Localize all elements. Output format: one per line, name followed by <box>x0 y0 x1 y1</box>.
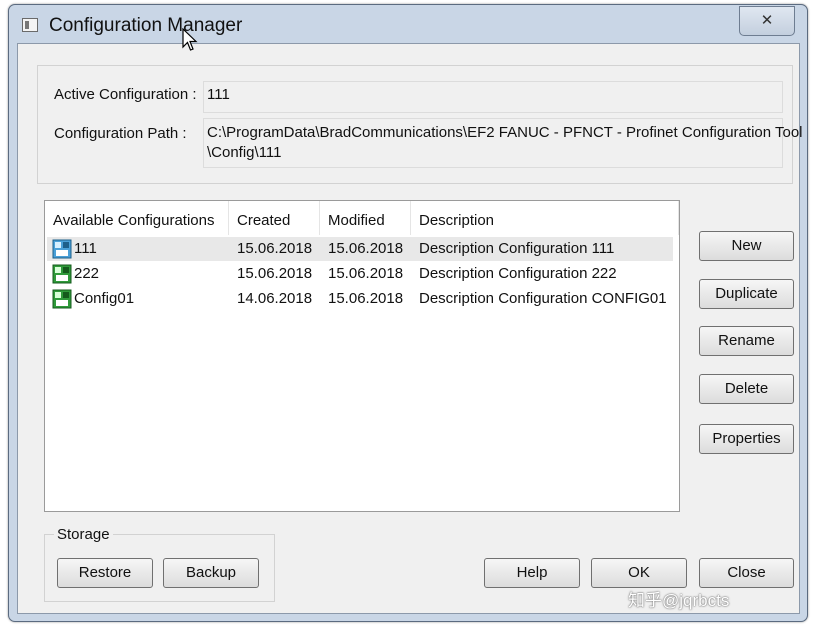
duplicate-button[interactable]: Duplicate <box>699 279 794 309</box>
column-header-modified[interactable]: Modified <box>320 201 411 235</box>
row-modified: 15.06.2018 <box>328 265 404 282</box>
help-button[interactable]: Help <box>484 558 580 588</box>
window-close-button[interactable]: ✕ <box>739 6 795 36</box>
storage-label: Storage <box>54 526 113 543</box>
row-description: Description Configuration 222 <box>419 265 617 282</box>
list-row-111[interactable]: 111 15.06.2018 15.06.2018 Description Co… <box>47 237 673 261</box>
column-header-description[interactable]: Description <box>411 201 679 235</box>
title-bar[interactable]: Configuration Manager ✕ <box>9 5 807 43</box>
new-button[interactable]: New <box>699 231 794 261</box>
list-row-config01[interactable]: Config01 14.06.2018 15.06.2018 Descripti… <box>47 287 673 311</box>
rename-button[interactable]: Rename <box>699 326 794 356</box>
window-title: Configuration Manager <box>49 15 243 36</box>
column-header-created[interactable]: Created <box>229 201 320 235</box>
backup-button[interactable]: Backup <box>163 558 259 588</box>
row-name: Config01 <box>74 290 135 307</box>
configurations-list[interactable]: Available Configurations Created Modifie… <box>44 200 680 512</box>
watermark-text: 知乎@jqrbcts <box>628 591 730 610</box>
row-modified: 15.06.2018 <box>328 290 404 307</box>
config-icon <box>52 264 72 284</box>
configuration-info-group: Active Configuration : 111 Configuration… <box>37 65 803 184</box>
active-configuration-label: Active Configuration : <box>54 86 197 103</box>
row-created: 14.06.2018 <box>237 290 313 307</box>
mouse-cursor-icon <box>182 28 198 51</box>
restore-button[interactable]: Restore <box>57 558 153 588</box>
close-button[interactable]: Close <box>699 558 794 588</box>
row-name: 222 <box>74 265 100 282</box>
column-header-available-configurations[interactable]: Available Configurations <box>45 201 229 235</box>
properties-button[interactable]: Properties <box>699 424 794 454</box>
row-created: 15.06.2018 <box>237 240 313 257</box>
configuration-manager-window: Configuration Manager ✕ Active Configura… <box>8 4 808 622</box>
active-configuration-value: 111 <box>203 81 783 113</box>
row-name: 111 <box>74 240 97 257</box>
config-icon <box>52 289 72 309</box>
active-config-icon <box>52 239 72 259</box>
row-description: Description Configuration CONFIG01 <box>419 290 667 307</box>
window-app-icon <box>22 18 38 32</box>
configuration-path-line-1: C:\ProgramData\BradCommunications\EF2 FA… <box>207 124 803 141</box>
configuration-path-label: Configuration Path : <box>54 125 187 142</box>
dialog-client-area: Active Configuration : 111 Configuration… <box>17 43 803 614</box>
configuration-path-value: C:\ProgramData\BradCommunications\EF2 FA… <box>203 118 803 168</box>
list-row-222[interactable]: 222 15.06.2018 15.06.2018 Description Co… <box>47 262 673 286</box>
row-created: 15.06.2018 <box>237 265 313 282</box>
delete-button[interactable]: Delete <box>699 374 794 404</box>
ok-button[interactable]: OK <box>591 558 687 588</box>
row-description: Description Configuration 111 <box>419 240 615 257</box>
row-modified: 15.06.2018 <box>328 240 404 257</box>
configuration-path-line-2: \Config\111 <box>207 144 282 161</box>
